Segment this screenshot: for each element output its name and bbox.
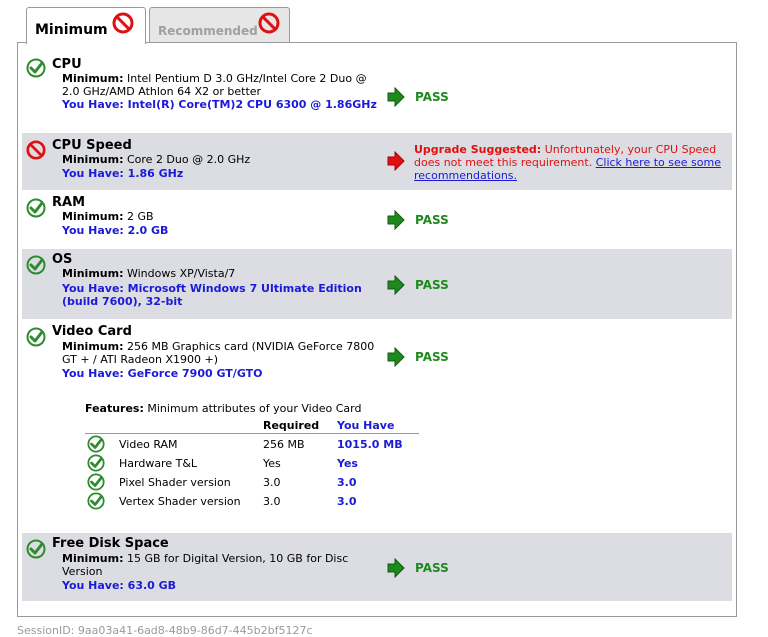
table-row: Hardware T&L Yes Yes [85, 454, 419, 473]
result-pass: PASS [415, 561, 449, 575]
feature-name: Video RAM [119, 438, 178, 451]
requirement-you-have: You Have: Microsoft Windows 7 Ultimate E… [62, 282, 362, 308]
tab-recommended[interactable]: Recommended [149, 7, 290, 43]
requirement-minimum: Minimum: 2 GB [62, 210, 384, 223]
header-divider [85, 433, 419, 434]
result-pass: PASS [415, 350, 449, 364]
feature-required: 3.0 [263, 476, 281, 489]
requirement-you-have: You Have: Intel(R) Core(TM)2 CPU 6300 @ … [62, 98, 377, 111]
requirement-title: OS [52, 252, 73, 267]
requirement-minimum: Minimum: Intel Pentium D 3.0 GHz/Intel C… [62, 72, 384, 98]
check-circle-icon [87, 454, 105, 475]
green-arrow-icon [387, 346, 405, 370]
requirement-you-have: You Have: 1.86 GHz [62, 167, 184, 180]
column-you-have: You Have [337, 419, 395, 432]
green-arrow-icon [387, 209, 405, 233]
row-cpu: CPU Minimum: Intel Pentium D 3.0 GHz/Int… [22, 48, 732, 130]
no-entry-icon [26, 140, 46, 163]
feature-name: Vertex Shader version [119, 495, 241, 508]
requirement-minimum: Minimum: Windows XP/Vista/7 [62, 267, 384, 280]
row-free-disk-space: Free Disk Space Minimum: 15 GB for Digit… [22, 533, 732, 601]
features-text: Minimum attributes of your Video Card [147, 402, 362, 415]
table-row: Video RAM 256 MB 1015.0 MB [85, 435, 419, 454]
requirement-you-have: You Have: GeForce 7900 GT/GTO [62, 367, 263, 380]
check-circle-icon [87, 473, 105, 494]
check-circle-icon [26, 255, 46, 278]
feature-have: 3.0 [337, 476, 357, 489]
tab-recommended-label: Recommended [158, 24, 258, 38]
features-heading: Features: Minimum attributes of your Vid… [85, 402, 361, 415]
requirement-minimum: Minimum: 15 GB for Digital Version, 10 G… [62, 552, 384, 578]
green-arrow-icon [387, 274, 405, 298]
row-cpu-speed: CPU Speed Minimum: Core 2 Duo @ 2.0 GHz … [22, 133, 732, 190]
feature-required: 3.0 [263, 495, 281, 508]
check-circle-icon [87, 492, 105, 513]
minimum-value: Windows XP/Vista/7 [126, 267, 236, 280]
red-arrow-icon [387, 150, 405, 174]
minimum-label: Minimum: [62, 210, 124, 223]
feature-required: Yes [263, 457, 281, 470]
check-circle-icon [26, 198, 46, 221]
upgrade-suggestion: Upgrade Suggested: Unfortunately, your C… [414, 143, 732, 182]
minimum-label: Minimum: [62, 552, 124, 565]
features-label: Features: [85, 402, 144, 415]
requirement-you-have: You Have: 2.0 GB [62, 224, 169, 237]
requirements-panel: CPU Minimum: Intel Pentium D 3.0 GHz/Int… [17, 42, 737, 617]
tab-minimum-label: Minimum [35, 22, 108, 38]
feature-have: 3.0 [337, 495, 357, 508]
green-arrow-icon [387, 557, 405, 581]
feature-name: Pixel Shader version [119, 476, 231, 489]
feature-have: 1015.0 MB [337, 438, 403, 451]
session-id: SessionID: 9aa03a41-6ad8-48b9-86d7-445b2… [17, 624, 313, 637]
requirement-title: Video Card [52, 324, 132, 339]
check-circle-icon [26, 539, 46, 562]
requirement-minimum: Minimum: 256 MB Graphics card (NVIDIA Ge… [62, 340, 384, 366]
feature-required: 256 MB [263, 438, 305, 451]
minimum-value: 2 GB [126, 210, 154, 223]
minimum-label: Minimum: [62, 153, 124, 166]
feature-have: Yes [337, 457, 358, 470]
check-circle-icon [26, 58, 46, 81]
table-row: Pixel Shader version 3.0 3.0 [85, 473, 419, 492]
check-circle-icon [26, 327, 46, 350]
upgrade-label: Upgrade Suggested: [414, 143, 542, 156]
result-pass: PASS [415, 278, 449, 292]
column-required: Required [263, 419, 320, 432]
check-circle-icon [87, 435, 105, 456]
no-entry-icon [112, 12, 134, 37]
tab-minimum[interactable]: Minimum [26, 7, 146, 44]
requirement-minimum: Minimum: Core 2 Duo @ 2.0 GHz [62, 153, 384, 166]
minimum-label: Minimum: [62, 267, 124, 280]
no-entry-icon [258, 12, 280, 37]
minimum-label: Minimum: [62, 340, 124, 353]
requirement-you-have: You Have: 63.0 GB [62, 579, 177, 592]
minimum-label: Minimum: [62, 72, 124, 85]
requirement-title: Free Disk Space [52, 536, 169, 551]
result-pass: PASS [415, 213, 449, 227]
requirement-title: RAM [52, 195, 86, 210]
row-os: OS Minimum: Windows XP/Vista/7 You Have:… [22, 249, 732, 319]
result-pass: PASS [415, 90, 449, 104]
minimum-value: Core 2 Duo @ 2.0 GHz [126, 153, 251, 166]
requirement-title: CPU Speed [52, 138, 132, 153]
feature-name: Hardware T&L [119, 457, 198, 470]
green-arrow-icon [387, 86, 405, 110]
requirement-title: CPU [52, 57, 82, 72]
row-ram: RAM Minimum: 2 GB You Have: 2.0 GB PASS [22, 192, 732, 246]
table-row: Vertex Shader version 3.0 3.0 [85, 492, 419, 511]
